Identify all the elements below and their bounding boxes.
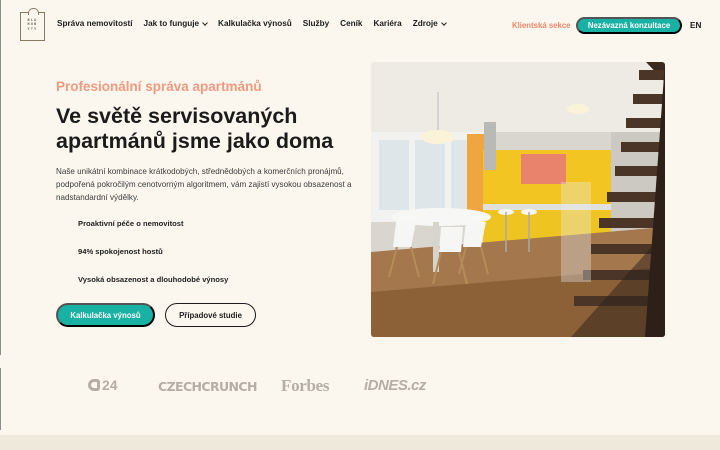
nav-item-cenik[interactable]: Ceník — [340, 19, 362, 28]
ct24-logo: 24 — [88, 377, 118, 393]
left-edge-line — [0, 0, 1, 355]
feature-item: Proaktivní péče o nemovitost — [78, 219, 184, 228]
nav-item-kariera[interactable]: Kariéra — [373, 19, 401, 28]
main-menu: Správa nemovitostí Jak to funguje Kalkul… — [57, 19, 447, 28]
czechcrunch-logo: CZECHCRUNCH — [158, 379, 257, 394]
feature-item: 94% spokojenost hostů — [78, 247, 163, 256]
apartment-kitchen-photo — [371, 62, 665, 337]
ct24-logo-text: 24 — [102, 377, 118, 393]
nav-item-label: Služby — [302, 19, 330, 28]
nav-item-jak-to-funguje[interactable]: Jak to funguje — [144, 19, 208, 28]
ct-logo-icon — [88, 379, 100, 391]
nav-item-label: Kalkulačka výnosů — [218, 19, 292, 28]
chevron-down-icon — [202, 19, 208, 26]
hero-headline: Ve světě servisovaných apartmánů jsme ja… — [56, 104, 334, 153]
forbes-logo: Forbes — [281, 376, 330, 395]
nav-item-zdroje[interactable]: Zdroje — [412, 19, 447, 28]
nav-item-label: Ceník — [340, 19, 363, 28]
nav-item-label: Kariéra — [373, 19, 402, 28]
nav-item-sprava-nemovitosti[interactable]: Správa nemovitostí — [57, 19, 133, 28]
brand-logo[interactable]: BLA HOB YTY — [20, 8, 45, 41]
left-edge-line-lower — [0, 368, 1, 430]
hero-intro: Naše unikátní kombinace krátkodobých, st… — [56, 167, 352, 202]
nav-item-label: Zdroje — [412, 19, 438, 28]
nav-item-label: Jak to funguje — [143, 19, 200, 28]
top-navigation: BLA HOB YTY Správa nemovitostí Jak to fu… — [0, 0, 720, 52]
next-section-band — [0, 435, 720, 450]
idnes-logo: iDNES.cz — [364, 377, 426, 394]
client-section-link[interactable]: Klientská sekce — [512, 21, 571, 30]
nav-item-kalkulacka-vynosu[interactable]: Kalkulačka výnosů — [218, 19, 292, 28]
logo-text-line-3: YTY — [27, 27, 38, 32]
case-studies-button[interactable]: Případové studie — [165, 303, 256, 327]
nav-item-sluzby[interactable]: Služby — [303, 19, 329, 28]
free-consultation-button[interactable]: Nezávazná konzultace — [576, 17, 682, 34]
language-switch[interactable]: EN — [690, 21, 701, 30]
nav-item-label: Správa nemovitostí — [57, 19, 133, 28]
chevron-down-icon — [440, 19, 447, 26]
hero-eyebrow: Profesionální správa apartmánů — [56, 79, 262, 94]
feature-item: Vysoká obsazenost a dlouhodobé výnosy — [78, 275, 229, 284]
yield-calculator-button[interactable]: Kalkulačka výnosů — [56, 303, 155, 327]
